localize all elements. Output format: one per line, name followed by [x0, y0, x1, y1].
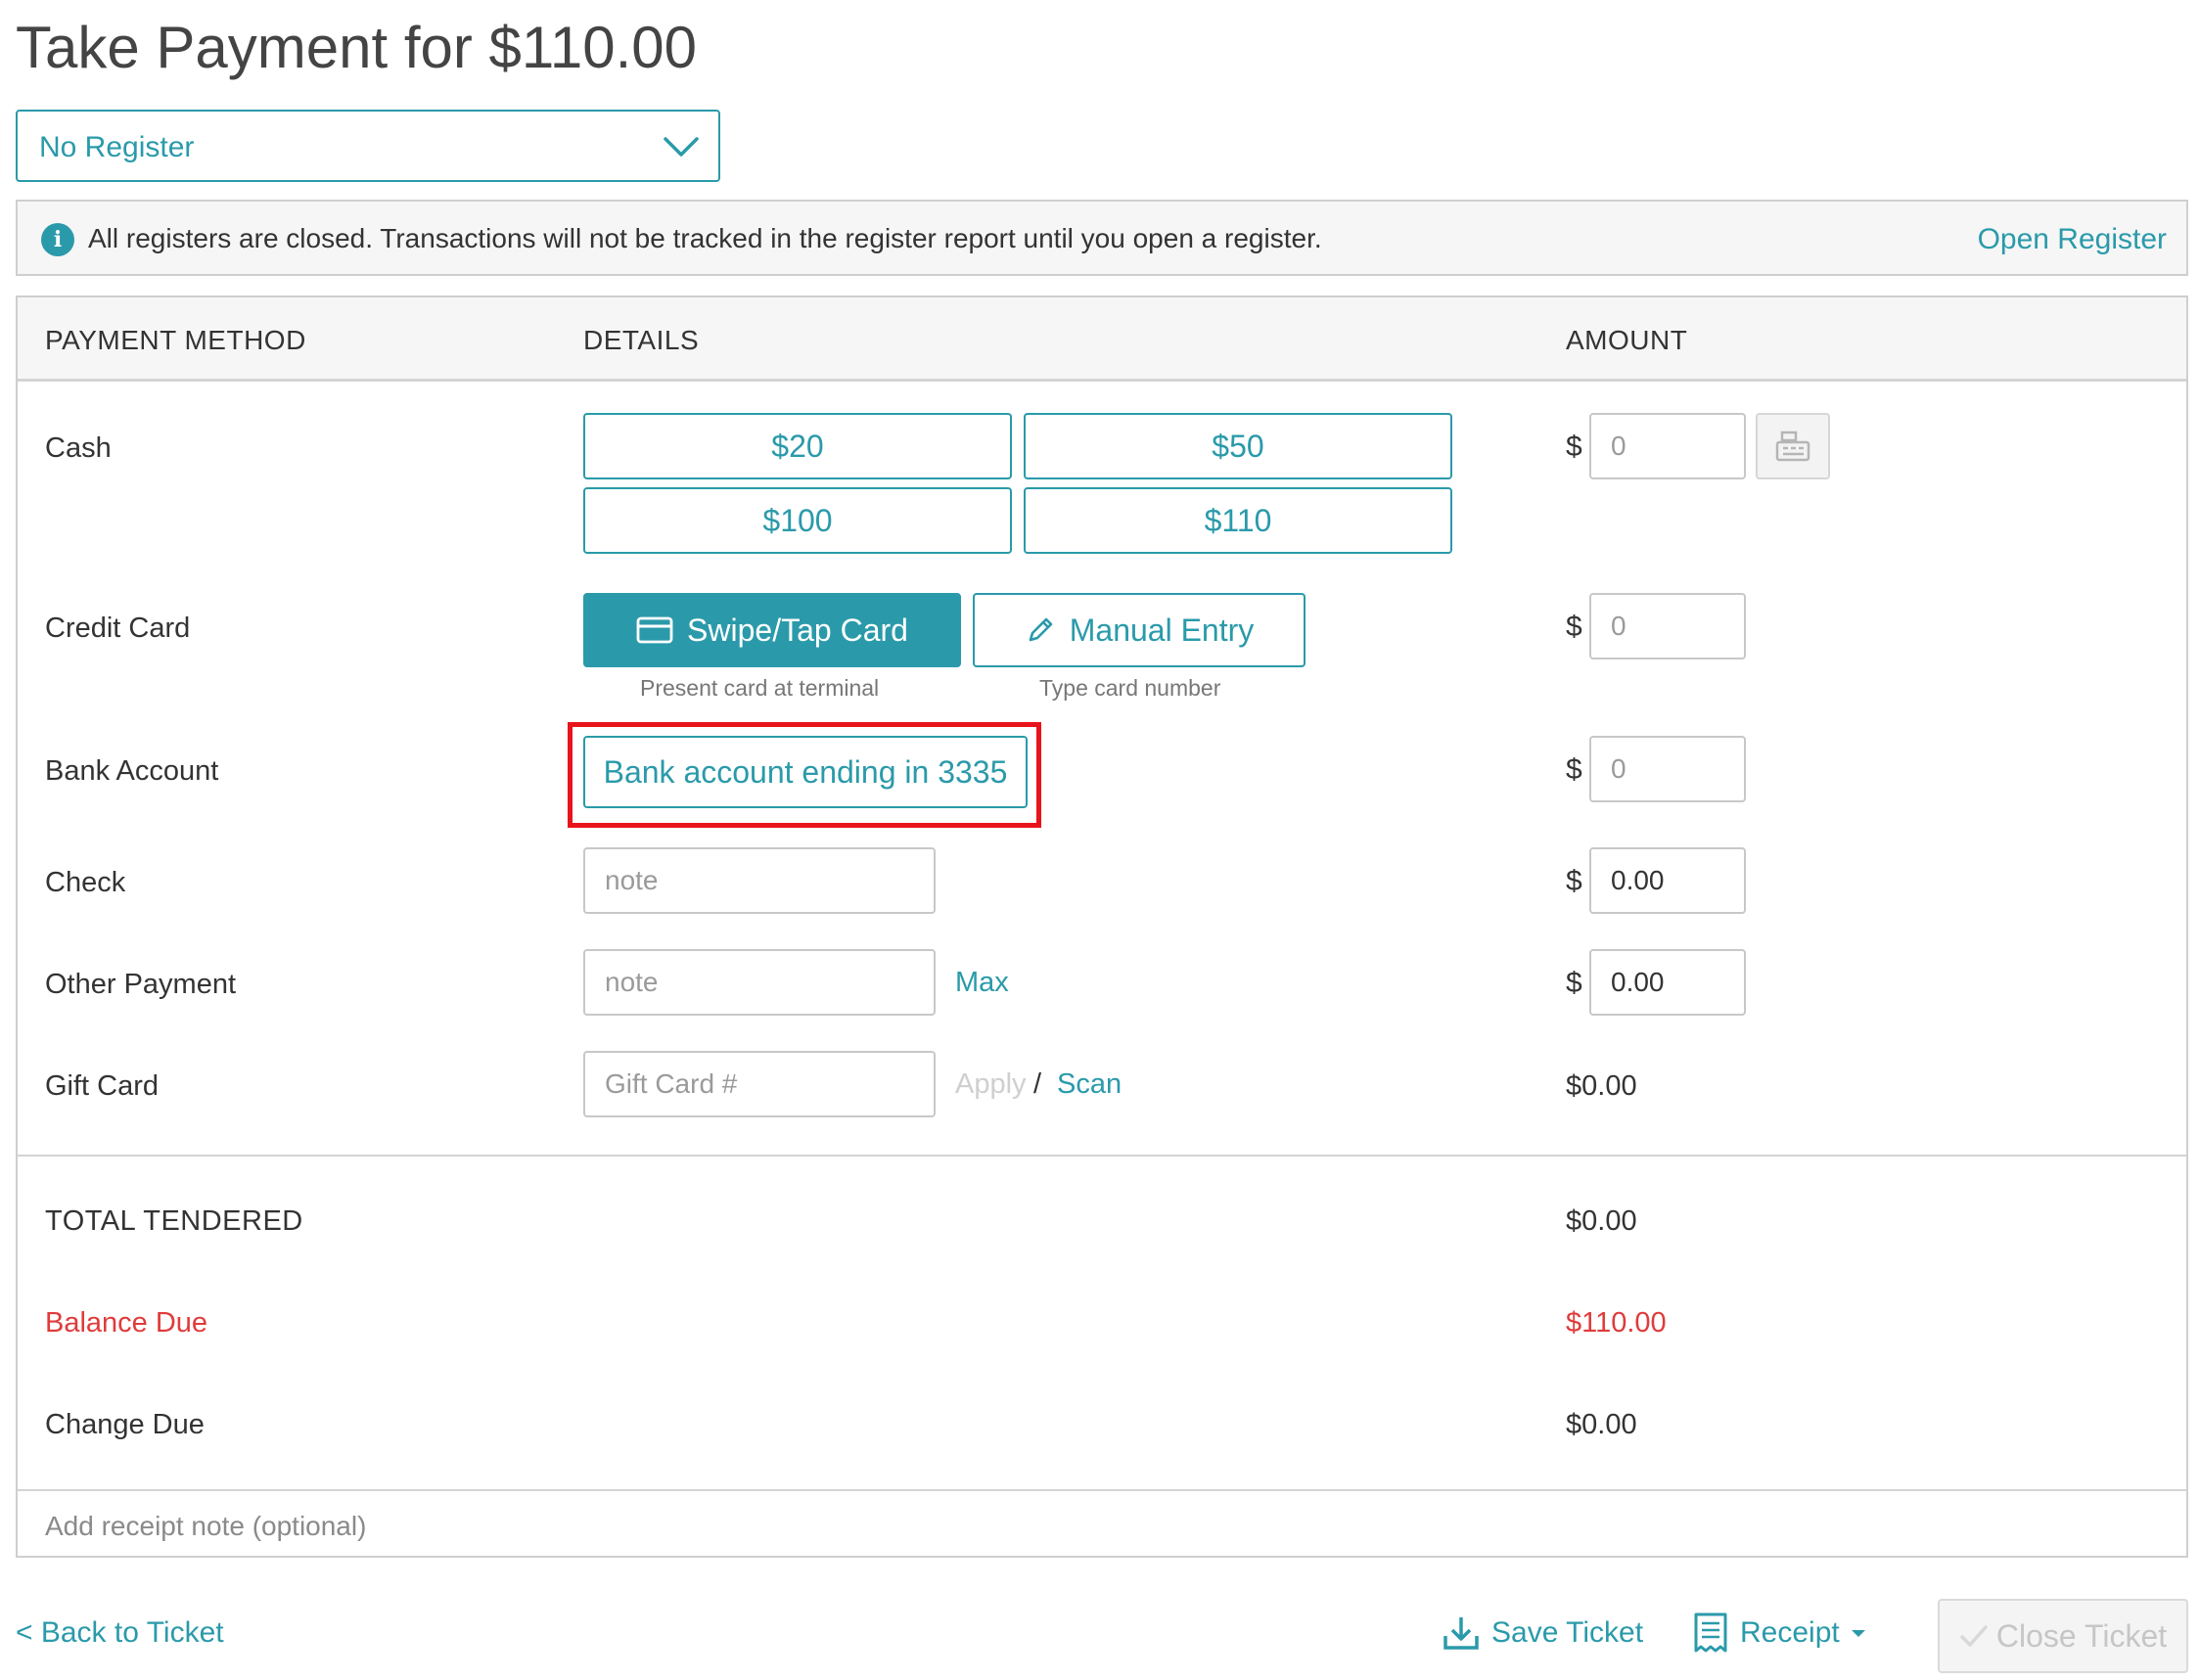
manual-entry-hint: Type card number: [1039, 675, 1221, 701]
credit-card-currency-symbol: $: [1566, 611, 1582, 643]
column-payment-method: PAYMENT METHOD: [45, 325, 306, 355]
chevron-down-icon: [664, 137, 699, 157]
page-title: Take Payment for $110.00: [16, 15, 697, 80]
bank-account-currency-symbol: $: [1566, 753, 1582, 786]
other-payment-currency-symbol: $: [1566, 967, 1582, 999]
other-payment-note-input[interactable]: [583, 949, 936, 1016]
bank-account-button[interactable]: Bank account ending in 3335: [583, 736, 1028, 808]
cash-110-button[interactable]: $110: [1024, 487, 1452, 554]
column-details: DETAILS: [583, 325, 700, 355]
gift-card-apply-button[interactable]: Apply: [955, 1068, 1027, 1101]
gift-card-separator: /: [1033, 1068, 1042, 1100]
receipt-icon: [1694, 1612, 1727, 1653]
change-due-label: Change Due: [45, 1409, 205, 1440]
swipe-hint: Present card at terminal: [640, 675, 880, 701]
pencil-icon: [1029, 617, 1053, 642]
close-ticket-button[interactable]: Close Ticket: [1938, 1599, 2188, 1673]
total-tendered-value: $0.00: [1566, 1205, 1637, 1237]
register-closed-notice: i All registers are closed. Transactions…: [16, 200, 2188, 276]
cash-label: Cash: [45, 432, 112, 464]
register-select[interactable]: No Register: [16, 110, 720, 182]
check-currency-symbol: $: [1566, 865, 1582, 897]
bank-account-label: Bank Account: [45, 755, 219, 787]
gift-card-number-input[interactable]: [583, 1051, 936, 1117]
receipt-label: Receipt: [1740, 1616, 1840, 1649]
check-amount-input[interactable]: [1589, 847, 1746, 914]
close-ticket-label: Close Ticket: [1995, 1617, 2168, 1654]
cash-currency-symbol: $: [1566, 431, 1582, 463]
back-to-ticket-label: < Back to Ticket: [16, 1616, 224, 1649]
caret-down-icon: [1851, 1630, 1865, 1637]
column-amount: AMOUNT: [1566, 325, 1688, 355]
other-payment-amount-input[interactable]: [1589, 949, 1746, 1016]
cash-amount-input[interactable]: [1589, 413, 1746, 479]
cash-20-button[interactable]: $20: [583, 413, 1012, 479]
cash-50-button[interactable]: $50: [1024, 413, 1452, 479]
swipe-tap-card-button[interactable]: Swipe/Tap Card: [583, 593, 961, 667]
back-to-ticket-link[interactable]: < Back to Ticket: [16, 1616, 224, 1650]
change-due-value: $0.00: [1566, 1409, 1637, 1440]
gift-card-label: Gift Card: [45, 1070, 160, 1102]
balance-due-value: $110.00: [1566, 1307, 1667, 1339]
gift-card-amount: $0.00: [1566, 1070, 1637, 1102]
credit-card-icon: [636, 616, 673, 644]
table-header: PAYMENT METHOD DETAILS AMOUNT: [18, 297, 2186, 382]
cash-register-icon: [1775, 431, 1810, 462]
swipe-tap-card-label: Swipe/Tap Card: [687, 612, 908, 648]
bank-account-amount-input[interactable]: [1589, 736, 1746, 802]
cash-100-button[interactable]: $100: [583, 487, 1012, 554]
balance-due-label: Balance Due: [45, 1307, 208, 1339]
save-ticket-button[interactable]: Save Ticket: [1443, 1614, 1643, 1652]
manual-entry-button[interactable]: Manual Entry: [973, 593, 1306, 667]
cash-drawer-button[interactable]: [1756, 413, 1830, 479]
info-icon: i: [41, 223, 74, 256]
receipt-dropdown[interactable]: Receipt: [1693, 1612, 1867, 1654]
payment-panel: PAYMENT METHOD DETAILS AMOUNT Cash $20 $…: [16, 295, 2188, 1558]
open-register-link[interactable]: Open Register: [1978, 223, 2167, 256]
register-select-value: No Register: [39, 131, 195, 163]
save-ticket-label: Save Ticket: [1491, 1616, 1644, 1649]
download-icon: [1443, 1617, 1479, 1650]
notice-message: All registers are closed. Transactions w…: [88, 223, 1322, 253]
gift-card-scan-link[interactable]: Scan: [1057, 1068, 1122, 1101]
receipt-note-input[interactable]: Add receipt note (optional): [45, 1511, 366, 1542]
manual-entry-label: Manual Entry: [1069, 612, 1255, 648]
credit-card-label: Credit Card: [45, 613, 191, 644]
note-divider: [18, 1489, 2186, 1491]
credit-card-amount-input[interactable]: [1589, 593, 1746, 659]
total-tendered-label: TOTAL TENDERED: [45, 1205, 303, 1237]
summary-divider: [18, 1155, 2186, 1157]
check-label: Check: [45, 867, 126, 898]
other-payment-label: Other Payment: [45, 969, 237, 1000]
max-link[interactable]: Max: [955, 967, 1009, 999]
check-note-input[interactable]: [583, 847, 936, 914]
checkmark-icon: [1960, 1625, 1988, 1647]
